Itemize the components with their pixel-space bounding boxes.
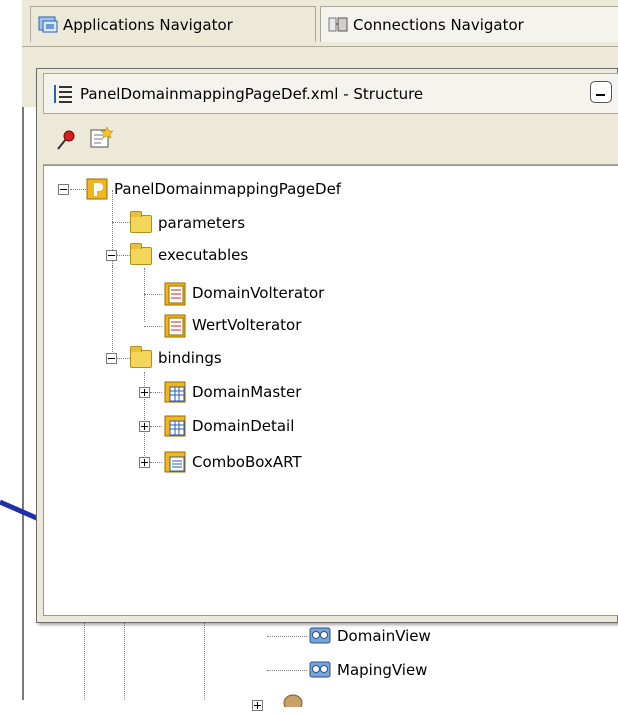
tree-node-label: WertVolterator [192,316,302,334]
table-binding-icon [164,381,186,403]
tree-node-label: executables [158,246,249,264]
tree-item-label: DomainView [337,627,431,645]
tree-node-comboboxart[interactable]: ComboBoxART [164,449,302,475]
tree-node-parameters[interactable]: parameters [130,210,245,236]
collapse-toggle[interactable] [106,250,117,261]
expand-toggle[interactable] [139,421,150,432]
tab-applications-navigator[interactable]: Applications Navigator [30,6,316,42]
pin-icon[interactable] [55,128,79,156]
tree-node-bindings[interactable]: bindings [130,345,222,371]
collapse-toggle[interactable] [106,353,117,364]
edit-properties-icon[interactable] [89,126,114,154]
structure-tree: PanelDomainmappingPageDef parameters exe… [43,165,618,616]
view-object-icon [309,625,331,647]
connections-navigator-icon [327,14,349,36]
collapse-toggle[interactable] [58,184,69,195]
tree-node-wertvolterator[interactable]: WertVolterator [164,312,301,338]
tab-label: Applications Navigator [63,15,233,34]
tree-node-executables[interactable]: executables [130,242,248,268]
expand-toggle[interactable] [139,457,150,468]
tree-node-label: DomainMaster [192,383,302,401]
folder-icon [130,211,152,234]
structure-window-title: PanelDomainmappingPageDef.xml - Structur… [80,84,424,103]
folder-icon [130,346,152,369]
navigator-tab-bar: Applications Navigator Connections Navig… [22,0,618,47]
table-binding-icon [164,415,186,437]
tree-node-label: parameters [158,214,246,232]
structure-window: PanelDomainmappingPageDef.xml - Structur… [36,68,618,623]
tree-node-label: bindings [158,349,222,367]
tree-node-domainvolterator[interactable]: DomainVolterator [164,280,324,306]
structure-window-tab[interactable]: PanelDomainmappingPageDef.xml - Structur… [43,73,618,113]
structure-icon [52,83,74,105]
folder-icon [130,243,152,266]
list-binding-icon [164,451,186,473]
minimize-button[interactable] [590,81,612,103]
tree-item-mapingview[interactable]: MapingView [309,657,427,683]
folder-icon [282,693,304,715]
tree-node-label: DomainDetail [192,417,295,435]
tree-node-root[interactable]: PanelDomainmappingPageDef [86,176,341,202]
view-object-icon [309,659,331,681]
tree-node-label: PanelDomainmappingPageDef [114,180,342,198]
tab-connections-navigator[interactable]: Connections Navigator [320,6,618,42]
iterator-icon [164,282,186,306]
structure-toolbar [43,113,618,165]
tree-node-label: ComboBoxART [192,453,302,471]
expand-toggle[interactable] [139,387,150,398]
tree-item-domainview[interactable]: DomainView [309,623,431,649]
tree-item-label: MapingView [337,661,428,679]
tree-node-domaindetail[interactable]: DomainDetail [164,413,294,439]
tree-node-domainmaster[interactable]: DomainMaster [164,379,301,405]
tab-label: Connections Navigator [353,15,524,34]
applications-navigator-icon [37,14,59,36]
iterator-icon [164,314,186,338]
page-definition-icon [86,178,108,200]
tree-node-label: DomainVolterator [192,284,325,302]
